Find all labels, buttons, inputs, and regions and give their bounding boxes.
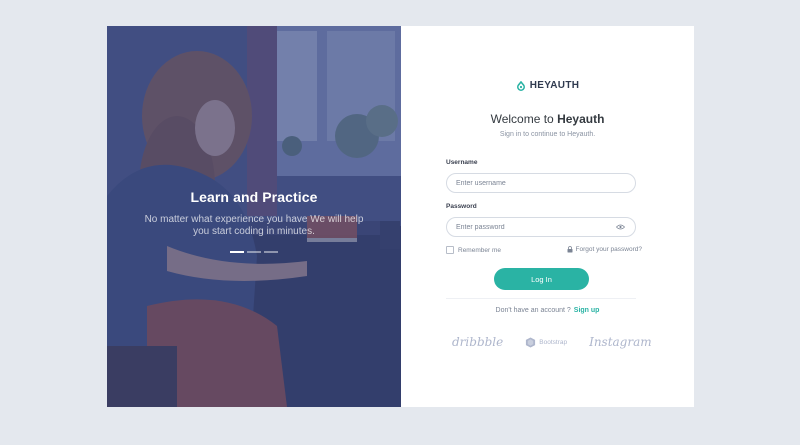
remember-checkbox[interactable] (446, 246, 454, 254)
welcome-heading: Welcome to Heyauth (401, 112, 694, 126)
forgot-password-link[interactable]: Forgot your password? (567, 246, 642, 253)
password-input[interactable] (446, 217, 636, 237)
partner-logos: dribbble Bootstrap Instagram (452, 335, 652, 349)
lock-icon (567, 246, 573, 253)
brand-name: HEYAUTH (529, 80, 580, 91)
welcome-subtitle: Sign in to continue to Heyauth. (499, 131, 596, 138)
bootstrap-icon (526, 336, 536, 348)
login-panel: HEYAUTH Welcome to Heyauth Sign in to co… (401, 26, 694, 407)
remember-label: Remember me (458, 246, 501, 254)
signup-row: Don't have an account ? Sign up (401, 307, 694, 314)
hero-description: No matter what experience you have We wi… (144, 214, 364, 237)
carousel-indicators (107, 251, 401, 253)
carousel-dot-1[interactable] (230, 251, 244, 253)
bootstrap-label: Bootstrap (539, 338, 568, 346)
divider (446, 298, 636, 299)
eye-icon[interactable] (616, 224, 625, 230)
signup-link[interactable]: Sign up (574, 307, 600, 314)
auth-card: Learn and Practice No matter what experi… (107, 26, 694, 407)
hero-caption: Learn and Practice No matter what experi… (107, 189, 401, 238)
welcome-name: Heyauth (557, 112, 605, 126)
instagram-logo: Instagram (589, 335, 652, 349)
dribbble-logo: dribbble (452, 335, 504, 349)
remember-me[interactable]: Remember me (446, 246, 501, 254)
hero-panel: Learn and Practice No matter what experi… (107, 26, 401, 407)
username-input[interactable] (446, 173, 636, 193)
welcome-prefix: Welcome to (490, 112, 558, 126)
hero-title: Learn and Practice (190, 189, 318, 205)
forgot-password-label: Forgot your password? (575, 246, 642, 253)
brand: HEYAUTH (401, 80, 694, 91)
carousel-dot-3[interactable] (264, 251, 278, 253)
login-button[interactable]: Log In (494, 268, 589, 290)
brand-logo-icon (516, 80, 525, 91)
carousel-dot-2[interactable] (247, 251, 261, 253)
signup-prompt: Don't have an account ? (495, 307, 571, 314)
username-label: Username (446, 159, 478, 166)
bootstrap-logo: Bootstrap (525, 336, 568, 348)
password-label: Password (446, 203, 477, 210)
